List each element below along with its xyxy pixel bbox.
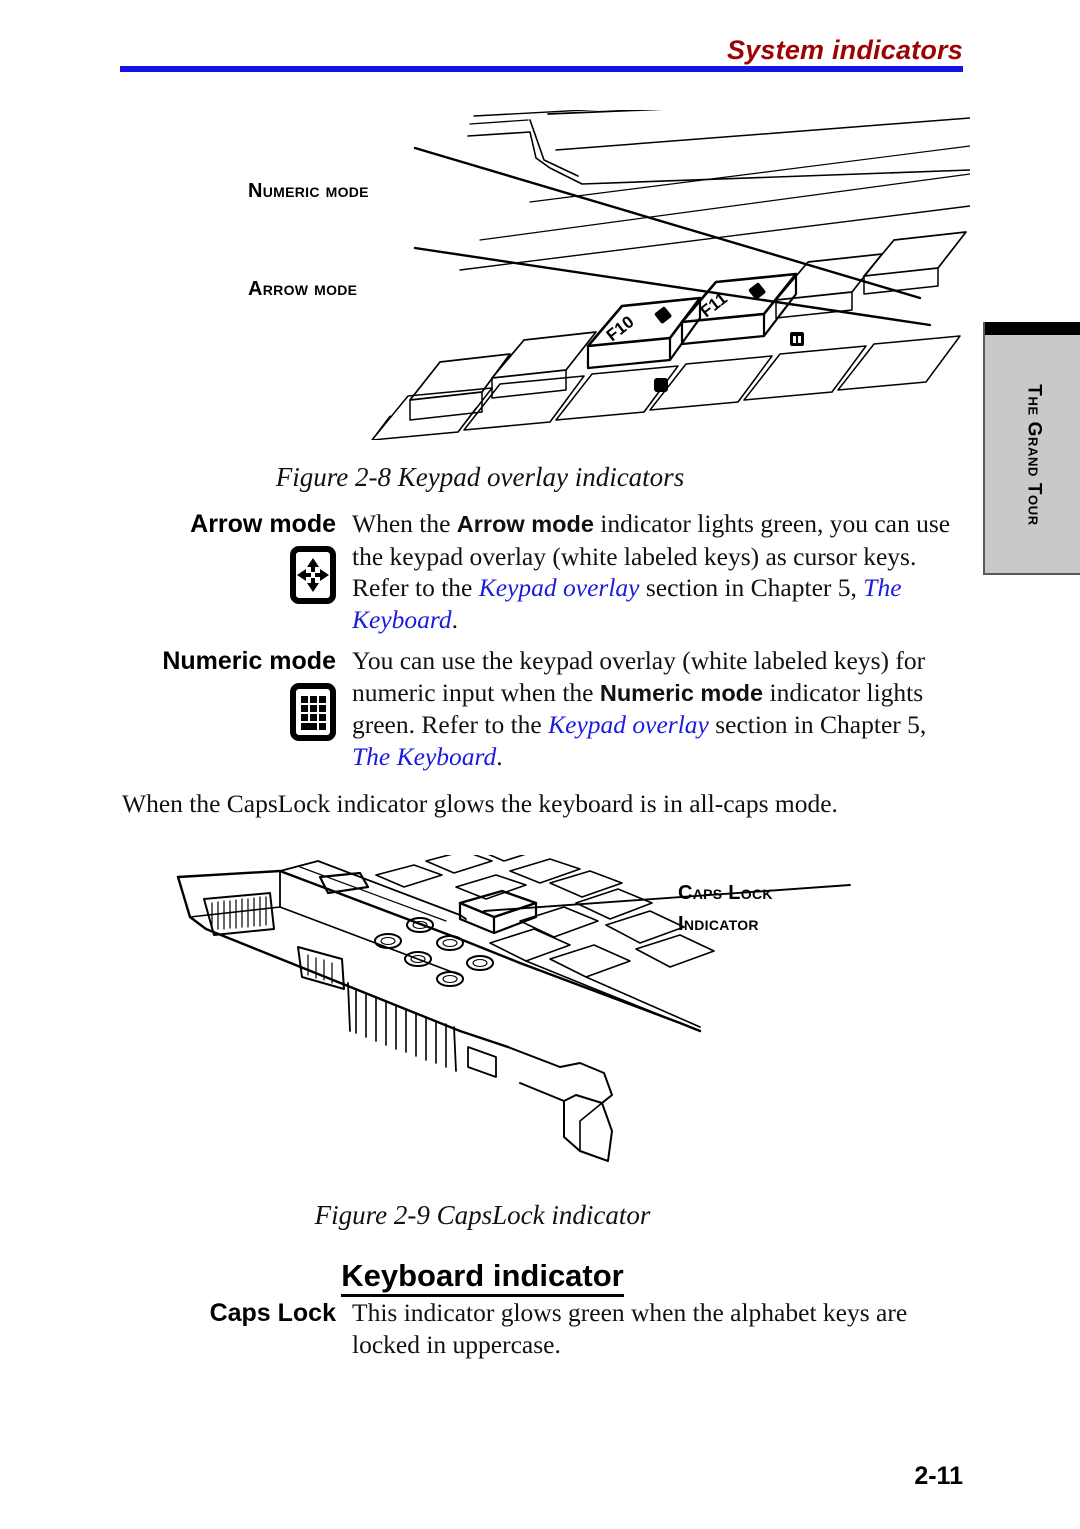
definition-term-column: Arrow mode: [120, 508, 352, 604]
definition-desc-arrow-mode: When the Arrow mode indicator lights gre…: [352, 509, 951, 634]
side-tab-label: The Grand Tour: [1023, 384, 1045, 526]
figure-caption-2-9: Figure 2-9 CapsLock indicator: [314, 1200, 651, 1230]
definition-icon-wrap: [120, 546, 336, 604]
xref-keypad-overlay-2[interactable]: Keypad overlay: [548, 710, 709, 739]
section-heading-keyboard-indicator: Keyboard indicator: [0, 1258, 1080, 1297]
definition-row-caps-lock: Caps Lock This indicator glows green whe…: [120, 1297, 970, 1360]
numeric-mode-icon: [290, 683, 336, 741]
page-header: System indicators: [0, 0, 1080, 80]
callout-caps-lock-line1: Caps Lock: [678, 882, 773, 904]
definition-desc-caps-lock: This indicator glows green when the alph…: [352, 1298, 908, 1359]
side-tab-bar: [985, 322, 1080, 335]
arrow-mode-icon: [290, 546, 336, 604]
xref-the-keyboard-2[interactable]: The Keyboard: [352, 742, 496, 771]
definition-row-numeric-mode: Numeric mode You can use the keypad over…: [120, 645, 970, 772]
definition-icon-wrap: [120, 683, 336, 741]
page-number: 2-11: [914, 1462, 963, 1490]
capslock-paragraph: When the CapsLock indicator glows the ke…: [122, 789, 838, 818]
definition-term-column: Numeric mode: [120, 645, 352, 741]
page-title: System indicators: [727, 35, 963, 65]
chapter-side-tab: The Grand Tour: [983, 322, 1080, 575]
definition-term-caps-lock: Caps Lock: [209, 1299, 336, 1327]
definition-term-column: Caps Lock: [120, 1297, 352, 1329]
figure-caption-2-8: Figure 2-8 Keypad overlay indicators: [275, 462, 685, 492]
callout-arrow-mode: Arrow mode: [248, 278, 358, 300]
side-tab-text-wrap: The Grand Tour: [985, 335, 1080, 575]
keypad-illustration: F10 F11: [371, 110, 970, 440]
inline-bold-arrow-mode: Arrow mode: [456, 511, 594, 537]
header-rule: [120, 66, 963, 72]
mode-definition-list: Arrow mode When the Arrow mode indicator…: [120, 508, 970, 776]
definition-desc-numeric-mode: You can use the keypad overlay (white la…: [352, 646, 927, 771]
section-heading-text: Keyboard indicator: [341, 1258, 624, 1297]
callout-numeric-mode: Numeric mode: [248, 180, 369, 202]
capslock-definition-list: Caps Lock This indicator glows green whe…: [120, 1297, 970, 1364]
callout-caps-lock-line2: Indicator: [678, 913, 759, 935]
xref-keypad-overlay-1[interactable]: Keypad overlay: [479, 573, 640, 602]
figure-keypad-overlay: F10 F11: [230, 110, 970, 440]
definition-term-numeric-mode: Numeric mode: [162, 647, 336, 675]
definition-term-arrow-mode: Arrow mode: [190, 510, 336, 538]
inline-bold-numeric-mode: Numeric mode: [599, 679, 764, 706]
definition-row-arrow-mode: Arrow mode When the Arrow mode indicator…: [120, 508, 970, 635]
key-label-f10: F10: [603, 312, 638, 345]
callout-caps-lock-indicator: Caps Lock Indicator: [678, 878, 773, 940]
